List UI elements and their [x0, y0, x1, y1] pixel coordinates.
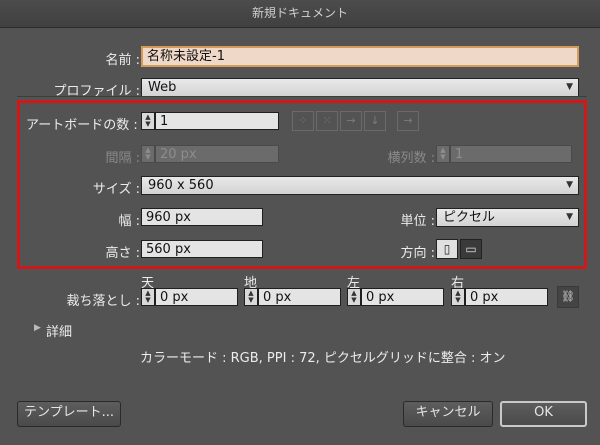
profile-divider: [17, 96, 587, 97]
bleed-top-stepper[interactable]: ▲ ▼: [141, 288, 155, 306]
templates-button[interactable]: テンプレート...: [17, 401, 121, 427]
bleed-bottom-stepper[interactable]: ▲ ▼: [244, 288, 258, 306]
size-label: サイズ :: [92, 182, 140, 197]
units-label: 単位 :: [400, 214, 435, 229]
spacing-input[interactable]: 20 px: [155, 145, 279, 163]
chevron-down-icon: ▼: [566, 82, 573, 92]
document-name-input[interactable]: 名称未設定-1: [141, 46, 579, 67]
chain-link-icon[interactable]: ⛓: [557, 286, 579, 308]
height-input[interactable]: 560 px: [141, 240, 263, 258]
bleed-label: 裁ち落とし :: [66, 294, 140, 309]
width-label: 幅 :: [118, 214, 140, 229]
artboard-count-label: アートボードの数 :: [26, 118, 138, 133]
columns-stepper[interactable]: ▲ ▼: [436, 145, 450, 163]
bleed-right-input[interactable]: 0 px: [465, 288, 548, 306]
bleed-left-stepper[interactable]: ▲ ▼: [347, 288, 361, 306]
arrange-by-column-icon[interactable]: ↓: [364, 111, 386, 131]
size-select[interactable]: 960 x 560 ▼: [141, 176, 579, 195]
ok-button[interactable]: OK: [500, 401, 587, 427]
orientation-label: 方向 :: [400, 246, 435, 261]
artboard-count-input[interactable]: 1: [155, 112, 279, 130]
size-value: 960 x 560: [148, 178, 214, 193]
bleed-top-input[interactable]: 0 px: [155, 288, 238, 306]
bleed-bottom-input[interactable]: 0 px: [258, 288, 341, 306]
profile-value: Web: [148, 80, 177, 95]
columns-input[interactable]: 1: [450, 145, 572, 163]
cancel-button[interactable]: キャンセル: [403, 401, 493, 427]
landscape-icon[interactable]: ▭: [460, 239, 482, 259]
bleed-left-input[interactable]: 0 px: [361, 288, 444, 306]
chevron-down-icon: ▼: [566, 180, 573, 190]
window-title: 新規ドキュメント: [0, 0, 600, 28]
grid-by-row-icon[interactable]: ⁘: [292, 111, 314, 131]
width-input[interactable]: 960 px: [141, 208, 263, 226]
artboard-count-stepper[interactable]: ▲ ▼: [141, 112, 155, 130]
height-label: 高さ :: [105, 246, 140, 261]
chevron-down-icon: ▼: [566, 212, 573, 222]
portrait-icon[interactable]: ▯: [436, 239, 458, 259]
name-label: 名前 :: [105, 53, 140, 68]
units-select[interactable]: ピクセル ▼: [436, 208, 579, 227]
grid-by-column-icon[interactable]: ⁙: [316, 111, 338, 131]
spacing-label: 間隔 :: [105, 151, 140, 166]
units-value: ピクセル: [443, 210, 496, 225]
arrange-by-row-icon[interactable]: →: [340, 111, 362, 131]
bleed-right-stepper[interactable]: ▲ ▼: [451, 288, 465, 306]
columns-label: 横列数 :: [387, 151, 435, 166]
profile-select[interactable]: Web ▼: [141, 78, 579, 97]
summary-text: カラーモード : RGB, PPI : 72, ピクセルグリッドに整合 : オン: [140, 351, 506, 366]
disclosure-triangle-icon[interactable]: ▶: [34, 323, 41, 333]
right-to-left-icon[interactable]: →: [397, 111, 419, 131]
advanced-toggle[interactable]: 詳細: [46, 321, 72, 340]
spacing-stepper[interactable]: ▲ ▼: [141, 145, 155, 163]
